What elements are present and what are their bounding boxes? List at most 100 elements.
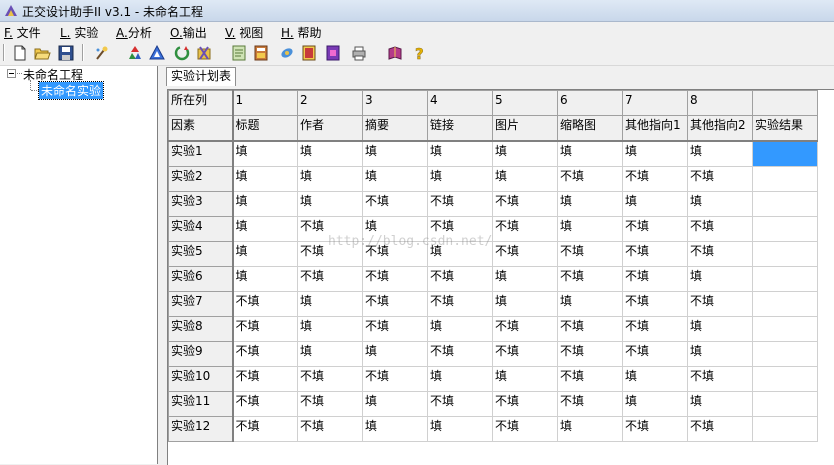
level-cell[interactable]: 不填 xyxy=(492,216,558,242)
menu-output[interactable]: O.输出 xyxy=(170,24,207,40)
analysis-icon[interactable] xyxy=(278,44,296,62)
level-cell[interactable]: 不填 xyxy=(557,316,623,342)
refresh-icon[interactable] xyxy=(173,44,191,62)
level-cell[interactable]: 不填 xyxy=(557,241,623,267)
level-cell[interactable]: 填 xyxy=(492,166,558,192)
menu-file[interactable]: F. 文件 xyxy=(4,24,41,40)
result-cell[interactable] xyxy=(752,191,818,217)
level-cell[interactable]: 不填 xyxy=(687,366,753,392)
level-cell[interactable]: 填 xyxy=(232,216,298,242)
level-cell[interactable]: 不填 xyxy=(557,391,623,417)
result-cell[interactable] xyxy=(752,391,818,417)
menu-view[interactable]: V. 视图 xyxy=(225,24,263,40)
menu-analysis[interactable]: A.分析 xyxy=(116,24,152,40)
level-cell[interactable]: 不填 xyxy=(297,216,363,242)
factor-header-cell[interactable]: 摘要 xyxy=(362,115,428,142)
result-cell[interactable] xyxy=(752,266,818,292)
column-number-cell[interactable]: 6 xyxy=(557,90,623,116)
notes-icon[interactable] xyxy=(230,44,248,62)
experiment-row-header[interactable]: 实验5 xyxy=(168,241,234,267)
level-cell[interactable]: 不填 xyxy=(622,291,688,317)
column-number-cell[interactable]: 2 xyxy=(297,90,363,116)
experiment-row-header[interactable]: 实验10 xyxy=(168,366,234,392)
level-cell[interactable]: 填 xyxy=(297,191,363,217)
result-cell[interactable] xyxy=(752,241,818,267)
level-cell[interactable]: 填 xyxy=(427,366,493,392)
level-cell[interactable]: 不填 xyxy=(232,291,298,317)
level-cell[interactable]: 不填 xyxy=(492,341,558,367)
level-cell[interactable]: 不填 xyxy=(492,241,558,267)
experiment-row-header[interactable]: 实验3 xyxy=(168,191,234,217)
level-cell[interactable]: 填 xyxy=(557,140,623,167)
level-cell[interactable]: 填 xyxy=(687,140,753,167)
level-cell[interactable]: 填 xyxy=(232,266,298,292)
level-cell[interactable]: 不填 xyxy=(232,366,298,392)
experiment-row-header[interactable]: 实验9 xyxy=(168,341,234,367)
level-cell[interactable]: 不填 xyxy=(557,266,623,292)
experiment-row-header[interactable]: 实验4 xyxy=(168,216,234,242)
level-cell[interactable]: 填 xyxy=(232,140,298,167)
result-cell[interactable] xyxy=(752,140,818,167)
factor-header-cell[interactable]: 实验结果 xyxy=(752,115,818,142)
level-cell[interactable]: 不填 xyxy=(427,191,493,217)
level-cell[interactable]: 不填 xyxy=(687,291,753,317)
factor-header-cell[interactable]: 缩略图 xyxy=(557,115,623,142)
level-cell[interactable]: 填 xyxy=(232,241,298,267)
report-icon[interactable] xyxy=(324,44,342,62)
level-cell[interactable]: 不填 xyxy=(622,316,688,342)
level-cell[interactable]: 不填 xyxy=(427,291,493,317)
level-cell[interactable]: 填 xyxy=(492,291,558,317)
level-cell[interactable]: 填 xyxy=(557,216,623,242)
level-cell[interactable]: 填 xyxy=(557,191,623,217)
factor-header-cell[interactable]: 作者 xyxy=(297,115,363,142)
level-cell[interactable]: 不填 xyxy=(232,391,298,417)
level-cell[interactable]: 填 xyxy=(622,366,688,392)
level-cell[interactable]: 不填 xyxy=(297,241,363,267)
level-cell[interactable]: 不填 xyxy=(622,341,688,367)
level-cell[interactable]: 填 xyxy=(297,316,363,342)
menu-help[interactable]: H. 帮助 xyxy=(281,24,321,40)
level-cell[interactable]: 不填 xyxy=(687,241,753,267)
column-number-cell[interactable]: 1 xyxy=(232,90,298,116)
level-cell[interactable]: 填 xyxy=(687,316,753,342)
experiment-grid[interactable]: 所在列 1 2 3 4 5 6 7 8 因素 标题 作者 摘要 链接 图片 缩略图 其他指向1 其他指向2 实验结果… xyxy=(167,89,834,465)
level-cell[interactable]: 填 xyxy=(687,391,753,417)
result-cell[interactable] xyxy=(752,216,818,242)
level-cell[interactable]: 不填 xyxy=(232,341,298,367)
level-cell[interactable]: 填 xyxy=(297,140,363,167)
level-cell[interactable]: 填 xyxy=(492,266,558,292)
level-cell[interactable]: 不填 xyxy=(362,291,428,317)
tree-collapse-toggle[interactable] xyxy=(7,69,16,78)
column-number-cell[interactable]: 4 xyxy=(427,90,493,116)
level-cell[interactable]: 填 xyxy=(362,216,428,242)
level-cell[interactable]: 不填 xyxy=(362,191,428,217)
result-cell[interactable] xyxy=(752,416,818,442)
level-cell[interactable]: 不填 xyxy=(492,416,558,442)
level-cell[interactable]: 填 xyxy=(427,166,493,192)
level-cell[interactable]: 不填 xyxy=(232,316,298,342)
column-number-cell[interactable] xyxy=(752,90,818,116)
experiment-row-header[interactable]: 实验8 xyxy=(168,316,234,342)
level-cell[interactable]: 不填 xyxy=(687,166,753,192)
level-cell[interactable]: 填 xyxy=(297,291,363,317)
experiment-row-header[interactable]: 实验12 xyxy=(168,416,234,442)
level-cell[interactable]: 填 xyxy=(362,391,428,417)
level-cell[interactable]: 不填 xyxy=(297,391,363,417)
result-cell[interactable] xyxy=(752,166,818,192)
print-icon[interactable] xyxy=(350,44,368,62)
wizard-icon[interactable] xyxy=(92,44,110,62)
experiment-row-header[interactable]: 实验2 xyxy=(168,166,234,192)
level-cell[interactable]: 不填 xyxy=(232,416,298,442)
column-number-cell[interactable]: 8 xyxy=(687,90,753,116)
tree-node-project[interactable]: 未命名工程 xyxy=(23,66,83,83)
factor-header-cell[interactable]: 图片 xyxy=(492,115,558,142)
level-cell[interactable]: 不填 xyxy=(622,216,688,242)
experiment-row-header[interactable]: 实验1 xyxy=(168,140,234,167)
factor-header-cell[interactable]: 其他指向1 xyxy=(622,115,688,142)
level-cell[interactable]: 不填 xyxy=(297,366,363,392)
menu-experiment[interactable]: L. 实验 xyxy=(60,24,98,40)
factor-header-cell[interactable]: 链接 xyxy=(427,115,493,142)
level-cell[interactable]: 填 xyxy=(427,416,493,442)
level-cell[interactable]: 不填 xyxy=(427,216,493,242)
level-cell[interactable]: 不填 xyxy=(687,216,753,242)
